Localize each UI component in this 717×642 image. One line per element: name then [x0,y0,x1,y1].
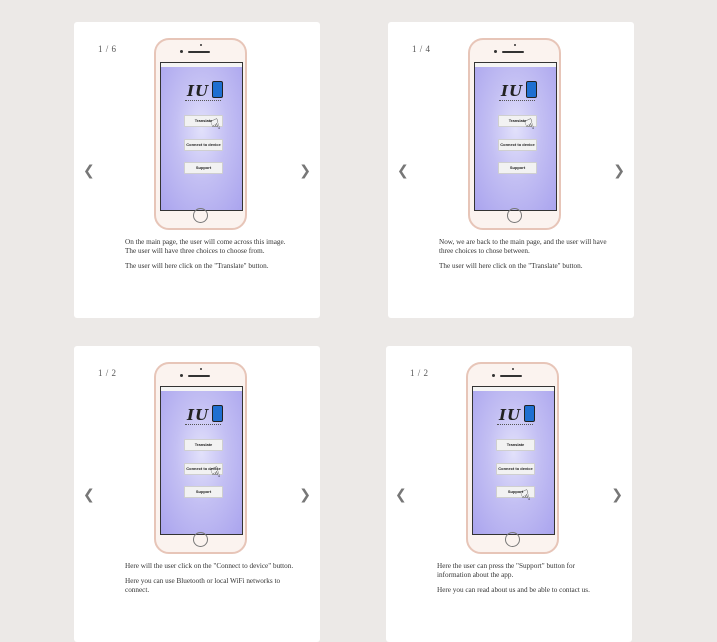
status-bar [475,63,556,67]
home-button [505,532,520,547]
chevron-right-icon[interactable]: ❯ [611,487,623,503]
connect-device-button[interactable]: Connect to device [184,139,223,151]
slideshow-card-4: 1 / 2 ❮ ❯ IU Translate Connect to device… [386,346,632,642]
status-bar [161,63,242,67]
slide-counter: 1 / 2 [410,368,429,378]
phone-screen: IU Translate Connect to device Support ☟ [472,386,555,535]
description-paragraph: The user will here click on the "Transla… [125,262,269,270]
support-button[interactable]: Support [498,162,537,174]
logo-phone-icon [212,81,223,98]
logo-phone-icon [212,405,223,422]
logo-tagline [185,100,221,102]
description-paragraph: Here you can use Bluetooth or local WiFi… [125,577,281,594]
app-logo: IU [187,82,210,100]
phone-screen: IU Translate Connect to device Support ☟ [160,62,243,211]
chevron-left-icon[interactable]: ❮ [83,163,95,179]
app-logo: IU [187,406,210,424]
chevron-left-icon[interactable]: ❮ [397,163,409,179]
phone-mockup: IU Translate Connect to device Support ☟ [466,362,559,554]
chevron-right-icon[interactable]: ❯ [299,163,311,179]
phone-mockup: IU Translate Connect to device Support ☟ [154,38,247,230]
connect-device-button[interactable]: Connect to device [496,463,535,475]
app-logo: IU [501,82,524,100]
translate-button[interactable]: Translate [496,439,535,451]
slide-description: On the main page, the user will come acr… [125,238,295,277]
app-logo: IU [499,406,522,424]
slide-description: Now, we are back to the main page, and t… [439,238,609,277]
camera-icon [494,50,497,53]
slide-counter: 1 / 2 [98,368,117,378]
phone-screen: IU Translate Connect to device Support ☟ [160,386,243,535]
slide-counter: 1 / 4 [412,44,431,54]
description-paragraph: Here you can read about us and be able t… [437,586,590,594]
slideshow-card-3: 1 / 2 ❮ ❯ IU Translate Connect to device… [74,346,320,642]
phone-mockup: IU Translate Connect to device Support ☟ [468,38,561,230]
chevron-right-icon[interactable]: ❯ [613,163,625,179]
connect-device-button[interactable]: Connect to device [498,139,537,151]
description-paragraph: The user will here click on the "Transla… [439,262,583,270]
slide-description: Here the user can press the "Support" bu… [437,562,607,601]
chevron-left-icon[interactable]: ❮ [83,487,95,503]
speaker-grille [500,375,522,377]
logo-phone-icon [526,81,537,98]
sensor-dot [512,368,514,370]
camera-icon [492,374,495,377]
description-paragraph: Here will the user click on the "Connect… [125,562,294,570]
sensor-dot [200,44,202,46]
logo-phone-icon [524,405,535,422]
slideshow-card-2: 1 / 4 ❮ ❯ IU Translate Connect to device… [388,22,634,318]
logo-tagline [497,424,533,426]
slideshow-card-1: 1 / 6 ❮ ❯ IU Translate Connect to device… [74,22,320,318]
home-button [193,532,208,547]
description-paragraph: Now, we are back to the main page, and t… [439,238,607,255]
description-paragraph: On the main page, the user will come acr… [125,238,286,255]
camera-icon [180,50,183,53]
logo-tagline [499,100,535,102]
slide-description: Here will the user click on the "Connect… [125,562,295,601]
support-button[interactable]: Support [184,162,223,174]
home-button [193,208,208,223]
speaker-grille [502,51,524,53]
phone-mockup: IU Translate Connect to device Support ☟ [154,362,247,554]
status-bar [161,387,242,391]
slide-counter: 1 / 6 [98,44,117,54]
speaker-grille [188,375,210,377]
logo-tagline [185,424,221,426]
home-button [507,208,522,223]
support-button[interactable]: Support [184,486,223,498]
sensor-dot [514,44,516,46]
camera-icon [180,374,183,377]
status-bar [473,387,554,391]
chevron-left-icon[interactable]: ❮ [395,487,407,503]
phone-screen: IU Translate Connect to device Support ☟ [474,62,557,211]
description-paragraph: Here the user can press the "Support" bu… [437,562,576,579]
translate-button[interactable]: Translate [184,439,223,451]
chevron-right-icon[interactable]: ❯ [299,487,311,503]
sensor-dot [200,368,202,370]
speaker-grille [188,51,210,53]
